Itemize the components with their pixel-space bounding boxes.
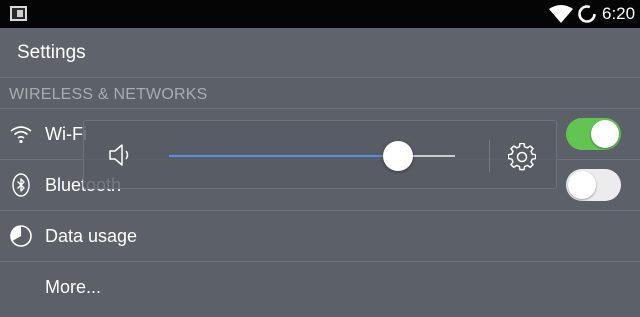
divider bbox=[489, 140, 490, 172]
settings-row-label: Wi-Fi bbox=[45, 124, 87, 144]
section-title: WIRELESS & NETWORKS bbox=[9, 86, 208, 103]
settings-row-data-usage[interactable]: Data usage bbox=[0, 211, 640, 262]
notification-icon bbox=[10, 6, 27, 21]
settings-row-label: More... bbox=[45, 277, 102, 297]
wifi-icon bbox=[10, 126, 32, 144]
status-clock: 6:20 bbox=[602, 4, 636, 23]
data-usage-icon bbox=[10, 225, 32, 247]
speaker-icon[interactable] bbox=[108, 143, 136, 167]
volume-slider-thumb[interactable] bbox=[383, 141, 413, 171]
status-bar: 6:20 bbox=[0, 0, 640, 28]
settings-row-more[interactable]: More... bbox=[0, 262, 640, 313]
bluetooth-toggle[interactable] bbox=[566, 169, 621, 201]
page-title: Settings bbox=[17, 42, 86, 63]
wifi-signal-icon bbox=[549, 5, 573, 23]
wifi-toggle[interactable] bbox=[566, 118, 621, 150]
settings-screen: 6:20 Settings WIRELESS & NETWORKS Wi-Fi … bbox=[0, 0, 640, 317]
volume-panel bbox=[83, 120, 557, 189]
section-header: WIRELESS & NETWORKS bbox=[0, 79, 640, 109]
bluetooth-icon bbox=[12, 173, 30, 197]
gear-icon[interactable] bbox=[508, 143, 536, 171]
toggle-knob bbox=[568, 171, 596, 199]
action-bar: Settings bbox=[0, 28, 640, 78]
toggle-knob bbox=[591, 120, 619, 148]
volume-slider-fill bbox=[169, 155, 398, 157]
settings-row-label: Data usage bbox=[45, 226, 138, 246]
sync-ring-icon bbox=[578, 5, 596, 23]
